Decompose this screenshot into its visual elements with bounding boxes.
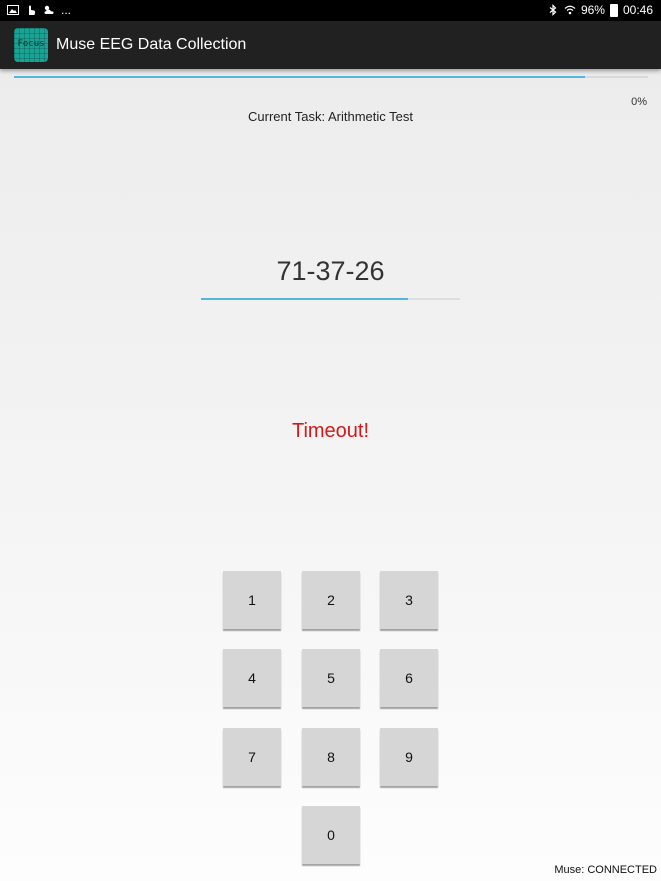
session-progress-bar xyxy=(14,76,648,78)
weather-icon xyxy=(44,5,54,14)
status-right-icons: 96% 00:46 xyxy=(547,3,653,17)
status-left-icons: ... xyxy=(7,3,71,17)
answer-timer-fill xyxy=(201,298,409,300)
app-bar: Focus Muse EEG Data Collection xyxy=(0,21,661,69)
keypad-key-2[interactable]: 2 xyxy=(302,571,360,629)
clock: 00:46 xyxy=(622,3,653,17)
keypad-key-4[interactable]: 4 xyxy=(223,649,281,707)
keypad-key-8[interactable]: 8 xyxy=(302,728,360,786)
app-logo-icon: Focus xyxy=(14,28,48,62)
battery-percent: 96% xyxy=(580,3,605,17)
app-logo-text: Focus xyxy=(17,39,45,49)
current-task-label: Current Task: Arithmetic Test xyxy=(248,109,413,124)
keypad-key-7[interactable]: 7 xyxy=(223,728,281,786)
bluetooth-icon xyxy=(549,4,557,16)
session-progress-fill xyxy=(14,76,585,78)
status-overflow: ... xyxy=(61,3,72,17)
wifi-icon xyxy=(564,5,576,15)
keypad-key-9[interactable]: 9 xyxy=(380,728,438,786)
keypad-key-3[interactable]: 3 xyxy=(380,571,438,629)
status-bar: ... 96% 00:46 xyxy=(0,0,661,21)
app-title: Muse EEG Data Collection xyxy=(56,36,247,53)
arithmetic-problem: 71-37-26 xyxy=(276,256,385,286)
feedback-message: Timeout! xyxy=(291,420,370,442)
answer-timer-bar xyxy=(201,298,460,300)
progress-percent: 0% xyxy=(631,96,647,108)
hand-icon xyxy=(29,5,36,15)
muse-connection-status: Muse: CONNECTED xyxy=(554,864,657,876)
keypad-key-1[interactable]: 1 xyxy=(223,571,281,629)
keypad-key-5[interactable]: 5 xyxy=(302,649,360,707)
keypad-key-0[interactable]: 0 xyxy=(302,806,360,864)
gallery-icon xyxy=(7,5,19,15)
keypad-key-6[interactable]: 6 xyxy=(380,649,438,707)
battery-icon xyxy=(609,3,618,17)
